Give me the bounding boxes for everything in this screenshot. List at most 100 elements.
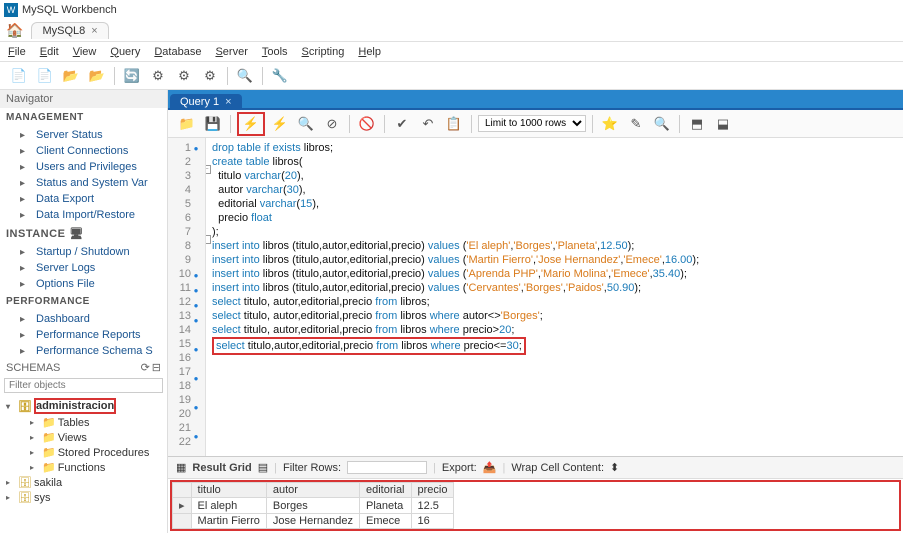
nav-item[interactable]: ▸Client Connections [0, 143, 167, 159]
result-grid-icon[interactable]: ▦ [176, 461, 186, 474]
result-grid[interactable]: tituloautoreditorialprecio ▸El alephBorg… [172, 482, 454, 529]
explain-icon[interactable]: 🔍 [295, 114, 317, 134]
column-header[interactable]: precio [411, 483, 454, 498]
schema-db-row[interactable]: ▾🗄administracion [4, 397, 163, 415]
nav-item[interactable]: ▸Users and Privileges [0, 159, 167, 175]
cell[interactable]: Emece [359, 514, 411, 529]
grid-view-icon[interactable]: ▤ [258, 461, 268, 474]
cell[interactable]: 16 [411, 514, 454, 529]
bullet-icon: ▸ [20, 263, 32, 274]
menu-scripting[interactable]: Scripting [302, 46, 345, 58]
column-header[interactable]: titulo [191, 483, 266, 498]
tree-expand-icon[interactable]: ▾ [6, 402, 16, 411]
cell[interactable]: Planeta [359, 498, 411, 514]
nav-item[interactable]: ▸Performance Schema S [0, 343, 167, 359]
toggle-icon[interactable]: 🚫 [356, 114, 378, 134]
beautify-icon[interactable]: ✎ [625, 114, 647, 134]
table-row[interactable]: Martin FierroJose HernandezEmece16 [173, 514, 454, 529]
bullet-icon: ▸ [20, 247, 32, 258]
cell[interactable]: Jose Hernandez [266, 514, 359, 529]
nav-item[interactable]: ▸Options File [0, 276, 167, 292]
export-icon[interactable]: 📤 [483, 461, 497, 474]
tool-icon[interactable]: ⚙ [201, 67, 219, 85]
execute-current-icon[interactable]: ⚡ [269, 114, 291, 134]
menu-database[interactable]: Database [154, 46, 201, 58]
open-file-icon[interactable]: 📁 [176, 114, 198, 134]
open-model-icon[interactable]: 📂 [88, 67, 106, 85]
toggle-panel-icon[interactable]: ⬓ [712, 114, 734, 134]
execute-icon[interactable]: ⚡ [240, 114, 262, 134]
column-header[interactable]: editorial [359, 483, 411, 498]
code-body[interactable]: drop table if exists libros;−create tabl… [206, 138, 903, 456]
tool-icon[interactable]: 🔧 [271, 67, 289, 85]
close-icon[interactable]: × [225, 96, 231, 108]
new-tab-icon[interactable]: 📄 [36, 67, 54, 85]
new-sql-tab-icon[interactable]: 📄 [10, 67, 28, 85]
schema-db-row[interactable]: ▸🗄sys [4, 490, 163, 505]
stop-icon[interactable]: ⊘ [321, 114, 343, 134]
menu-file[interactable]: File [8, 46, 26, 58]
menu-server[interactable]: Server [215, 46, 247, 58]
nav-item[interactable]: ▸Data Export [0, 191, 167, 207]
star-icon[interactable]: ⭐ [599, 114, 621, 134]
execute-highlight: ⚡ [237, 112, 265, 136]
menu-edit[interactable]: Edit [40, 46, 59, 58]
cell[interactable]: 12.5 [411, 498, 454, 514]
nav-item[interactable]: ▸Status and System Var [0, 175, 167, 191]
nav-item-label: Data Export [36, 193, 94, 205]
open-sql-icon[interactable]: 📂 [62, 67, 80, 85]
nav-item[interactable]: ▸Dashboard [0, 311, 167, 327]
nav-item[interactable]: ▸Performance Reports [0, 327, 167, 343]
tree-expand-icon[interactable]: ▸ [30, 433, 40, 442]
column-header[interactable]: autor [266, 483, 359, 498]
filter-rows-input[interactable] [347, 461, 427, 474]
toolbar-separator [384, 115, 385, 133]
connection-tab[interactable]: MySQL8 × [31, 22, 108, 39]
query-tab[interactable]: Query 1 × [170, 94, 242, 110]
wrap-toggle-icon[interactable]: ⬍ [610, 461, 619, 474]
tree-expand-icon[interactable]: ▸ [6, 478, 16, 487]
find-icon[interactable]: 🔍 [651, 114, 673, 134]
commit-icon[interactable]: ✔ [391, 114, 413, 134]
sql-editor[interactable]: 12345678910111213141516171819202122 ● ●●… [168, 138, 903, 456]
tree-expand-icon[interactable]: ▸ [30, 463, 40, 472]
sync-icon[interactable]: 🔄 [123, 67, 141, 85]
home-icon[interactable]: 🏠 [6, 22, 23, 39]
menu-view[interactable]: View [73, 46, 97, 58]
autocommit-icon[interactable]: 📋 [443, 114, 465, 134]
save-icon[interactable]: 💾 [202, 114, 224, 134]
tree-expand-icon[interactable]: ▸ [30, 448, 40, 457]
nav-item[interactable]: ▸Data Import/Restore [0, 207, 167, 223]
schema-filter [4, 378, 163, 393]
tree-expand-icon[interactable]: ▸ [30, 418, 40, 427]
tree-expand-icon[interactable]: ▸ [6, 493, 16, 502]
cell[interactable]: Martin Fierro [191, 514, 266, 529]
table-row[interactable]: ▸El alephBorgesPlaneta12.5 [173, 498, 454, 514]
folder-icon: 📁 [42, 446, 56, 459]
nav-item-label: Options File [36, 278, 95, 290]
menu-help[interactable]: Help [358, 46, 381, 58]
schema-filter-input[interactable] [4, 378, 163, 393]
schema-folder[interactable]: ▸📁Tables [4, 415, 163, 430]
collapse-icon[interactable]: ⊟ [152, 361, 161, 374]
tool-icon[interactable]: ⚙ [149, 67, 167, 85]
close-icon[interactable]: × [91, 25, 97, 37]
toggle-panel-icon[interactable]: ⬒ [686, 114, 708, 134]
row-limit-select[interactable]: Limit to 1000 rows [478, 115, 586, 132]
schema-folder[interactable]: ▸📁Functions [4, 460, 163, 475]
refresh-icon[interactable]: ⟳ [141, 361, 150, 374]
search-icon[interactable]: 🔍 [236, 67, 254, 85]
schema-folder[interactable]: ▸📁Stored Procedures [4, 445, 163, 460]
row-indicator: ▸ [173, 498, 192, 514]
schema-folder[interactable]: ▸📁Views [4, 430, 163, 445]
tool-icon[interactable]: ⚙ [175, 67, 193, 85]
menu-query[interactable]: Query [110, 46, 140, 58]
schema-db-row[interactable]: ▸🗄sakila [4, 475, 163, 490]
nav-item[interactable]: ▸Server Status [0, 127, 167, 143]
nav-item[interactable]: ▸Startup / Shutdown [0, 244, 167, 260]
cell[interactable]: El aleph [191, 498, 266, 514]
cell[interactable]: Borges [266, 498, 359, 514]
nav-item[interactable]: ▸Server Logs [0, 260, 167, 276]
menu-tools[interactable]: Tools [262, 46, 288, 58]
rollback-icon[interactable]: ↶ [417, 114, 439, 134]
